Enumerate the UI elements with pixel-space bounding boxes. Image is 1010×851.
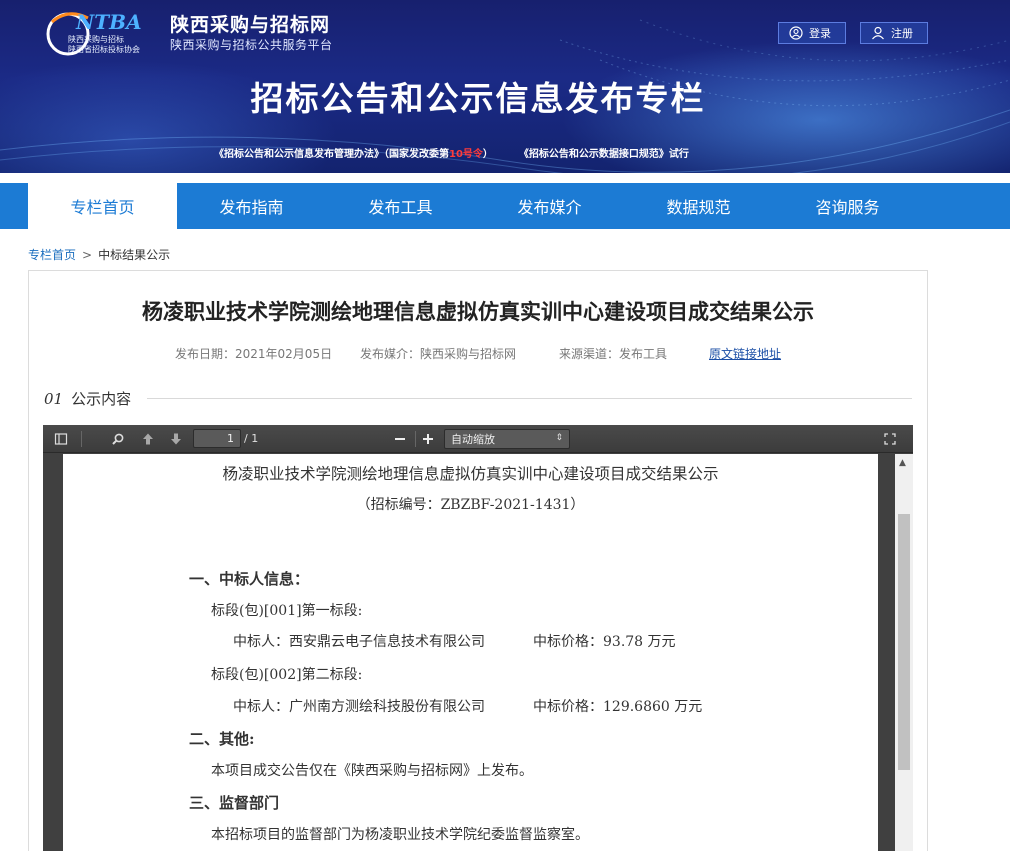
header-banner: NTBA 陕西采购与招标 陕西省招标投标协会 陕西采购与招标网 陕西采购与招标公… [0,0,1010,173]
banner-title: 招标公告和公示信息发布专栏 [250,79,706,118]
nav-item-home[interactable]: 专栏首页 [28,183,177,229]
section-header: 01 公示内容 [44,388,912,409]
zoom-in-icon[interactable] [419,430,437,448]
interface-spec-link[interactable]: 《招标公告和公示数据接口规范》试行 [519,149,689,160]
zoom-value: 自动缩放 [451,433,495,446]
regulation-close: ） [482,149,493,160]
doc-heading-winner: 一、中标人信息： [189,570,310,588]
doc-tender-number: （招标编号：ZBZBF-2021-1431） [356,497,585,513]
pdf-scrollbar[interactable]: ▲ [895,454,913,851]
user-icon [872,26,884,40]
login-button[interactable]: 登录 [778,22,846,44]
nav-item-consult[interactable]: 咨询服务 [773,183,922,229]
arrow-down-icon[interactable] [167,430,185,448]
source-channel: 来源渠道：发布工具 [559,347,668,361]
article-card: 杨凌职业技术学院测绘地理信息虚拟仿真实训中心建设项目成交结果公示 发布日期：20… [28,270,928,851]
regulation-notice: 《招标公告和公示信息发布管理办法》（国家发改委第10号令） 《招标公告和公示数据接… [214,145,689,160]
zoom-out-icon[interactable] [391,430,409,448]
register-button[interactable]: 注册 [860,22,928,44]
original-link[interactable]: 原文链接地址 [709,345,781,362]
chevron-right-icon: > [82,247,93,262]
site-logo[interactable]: NTBA 陕西采购与招标 陕西省招标投标协会 [46,8,164,58]
nav-item-tools[interactable]: 发布工具 [326,183,475,229]
toolbar-divider [81,431,82,447]
section-number: 01 [44,389,64,408]
publish-date: 发布日期：2021年02月05日 [175,347,333,361]
breadcrumb: 专栏首页 > 中标结果公示 [28,246,170,263]
zoom-select[interactable]: 自动缩放 ⇕ [444,429,570,449]
doc-heading-supervision: 三、监督部门 [189,794,280,812]
login-label: 登录 [809,27,831,40]
regulation-number: 10号令 [449,149,483,160]
fullscreen-icon[interactable] [881,430,899,448]
scrollbar-thumb[interactable] [898,514,910,770]
arrow-up-icon[interactable] [139,430,157,448]
doc-lot-1-price: 中标价格：93.78 万元 [533,634,676,650]
doc-lot-2-winner: 中标人：广州南方测绘科技股份有限公司 [233,699,485,715]
sidebar-toggle-icon[interactable] [52,430,70,448]
page-total: / 1 [244,432,259,445]
article-title: 杨凌职业技术学院测绘地理信息虚拟仿真实训中心建设项目成交结果公示 [142,300,814,324]
section-divider [147,398,912,399]
nav-item-media[interactable]: 发布媒介 [475,183,624,229]
site-name: 陕西采购与招标网 [170,14,331,36]
pdf-viewer: / 1 自动缩放 ⇕ 杨凌职业技术学院测绘地理信息虚拟仿真实训中心建设项目成交结… [43,425,913,851]
main-nav: 专栏首页 发布指南 发布工具 发布媒介 数据规范 咨询服务 [0,183,1010,229]
chevron-updown-icon: ⇕ [555,433,563,443]
register-label: 注册 [891,27,913,40]
doc-other-text: 本项目成交公告仅在《陕西采购与招标网》上发布。 [211,763,533,779]
regulation-link[interactable]: 《招标公告和公示信息发布管理办法》（国家发改委第 [214,149,449,160]
nav-item-guide[interactable]: 发布指南 [177,183,326,229]
page-number-input[interactable] [193,429,241,448]
doc-title: 杨凌职业技术学院测绘地理信息虚拟仿真实训中心建设项目成交结果公示 [222,465,719,483]
publish-media: 发布媒介：陕西采购与招标网 [360,347,517,361]
breadcrumb-current: 中标结果公示 [98,248,171,262]
nav-item-data-spec[interactable]: 数据规范 [624,183,773,229]
search-icon[interactable] [109,430,127,448]
toolbar-divider [415,431,416,447]
doc-lot-2: 标段(包)[002]第二标段: [211,667,363,683]
site-subtitle: 陕西采购与招标公共服务平台 [170,38,333,52]
doc-supervision-text: 本招标项目的监督部门为杨凌职业技术学院纪委监督监察室。 [211,827,589,843]
doc-heading-other: 二、其他: [189,730,255,748]
section-label: 公示内容 [71,390,132,408]
logo-text: NTBA [75,10,142,34]
user-circle-icon [789,26,803,40]
scroll-up-icon[interactable]: ▲ [899,458,906,468]
doc-lot-1: 标段(包)[001]第一标段: [211,603,363,619]
logo-subtext: 陕西省招标投标协会 [68,45,140,54]
doc-lot-2-price: 中标价格：129.6860 万元 [533,699,703,715]
pdf-page: 杨凌职业技术学院测绘地理信息虚拟仿真实训中心建设项目成交结果公示 （招标编号：Z… [63,454,878,851]
doc-lot-1-winner: 中标人：西安鼎云电子信息技术有限公司 [233,634,485,650]
pdf-toolbar: / 1 自动缩放 ⇕ [43,425,913,453]
breadcrumb-home-link[interactable]: 专栏首页 [28,246,76,263]
